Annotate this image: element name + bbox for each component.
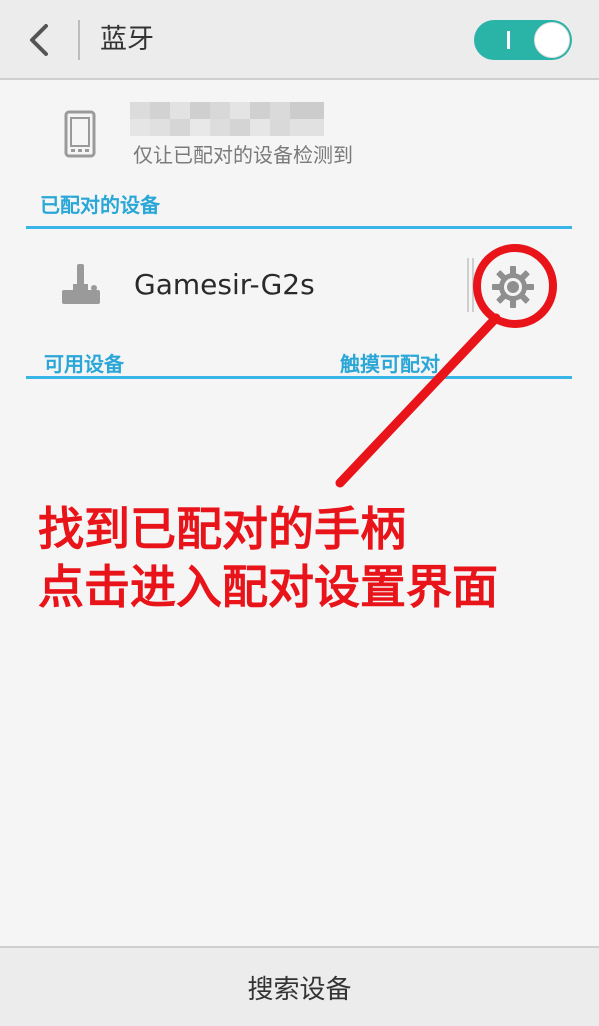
available-devices-heading: 可用设备 (44, 352, 124, 376)
paired-device-name[interactable]: Gamesir-G2s (134, 266, 315, 304)
chevron-left-icon (30, 24, 48, 56)
available-section-divider (26, 376, 572, 379)
paired-devices-heading: 已配对的设备 (40, 193, 160, 217)
bluetooth-toggle[interactable] (474, 20, 572, 60)
annotation-line-2: 点击进入配对设置界面 (38, 560, 498, 614)
title-bar: 蓝牙 (0, 0, 599, 80)
toggle-on-mark (507, 31, 510, 49)
visibility-status[interactable]: 仅让已配对的设备检测到 (133, 140, 353, 170)
row-separator (467, 258, 477, 312)
annotation-line-1: 找到已配对的手柄 (38, 502, 406, 556)
bottom-bar: 搜索设备 (0, 946, 599, 1026)
search-devices-button[interactable]: 搜索设备 (0, 948, 599, 1026)
page-title: 蓝牙 (100, 24, 154, 55)
paired-section-divider (26, 226, 572, 229)
gear-icon (492, 266, 534, 308)
device-settings-button[interactable] (490, 264, 536, 310)
back-button[interactable] (18, 18, 62, 62)
phone-icon (64, 110, 96, 158)
title-divider (78, 20, 80, 60)
toggle-knob (534, 22, 570, 58)
device-name-pixelated[interactable] (130, 102, 324, 136)
joystick-icon (56, 260, 104, 308)
touch-to-pair-hint: 触摸可配对 (340, 352, 440, 376)
